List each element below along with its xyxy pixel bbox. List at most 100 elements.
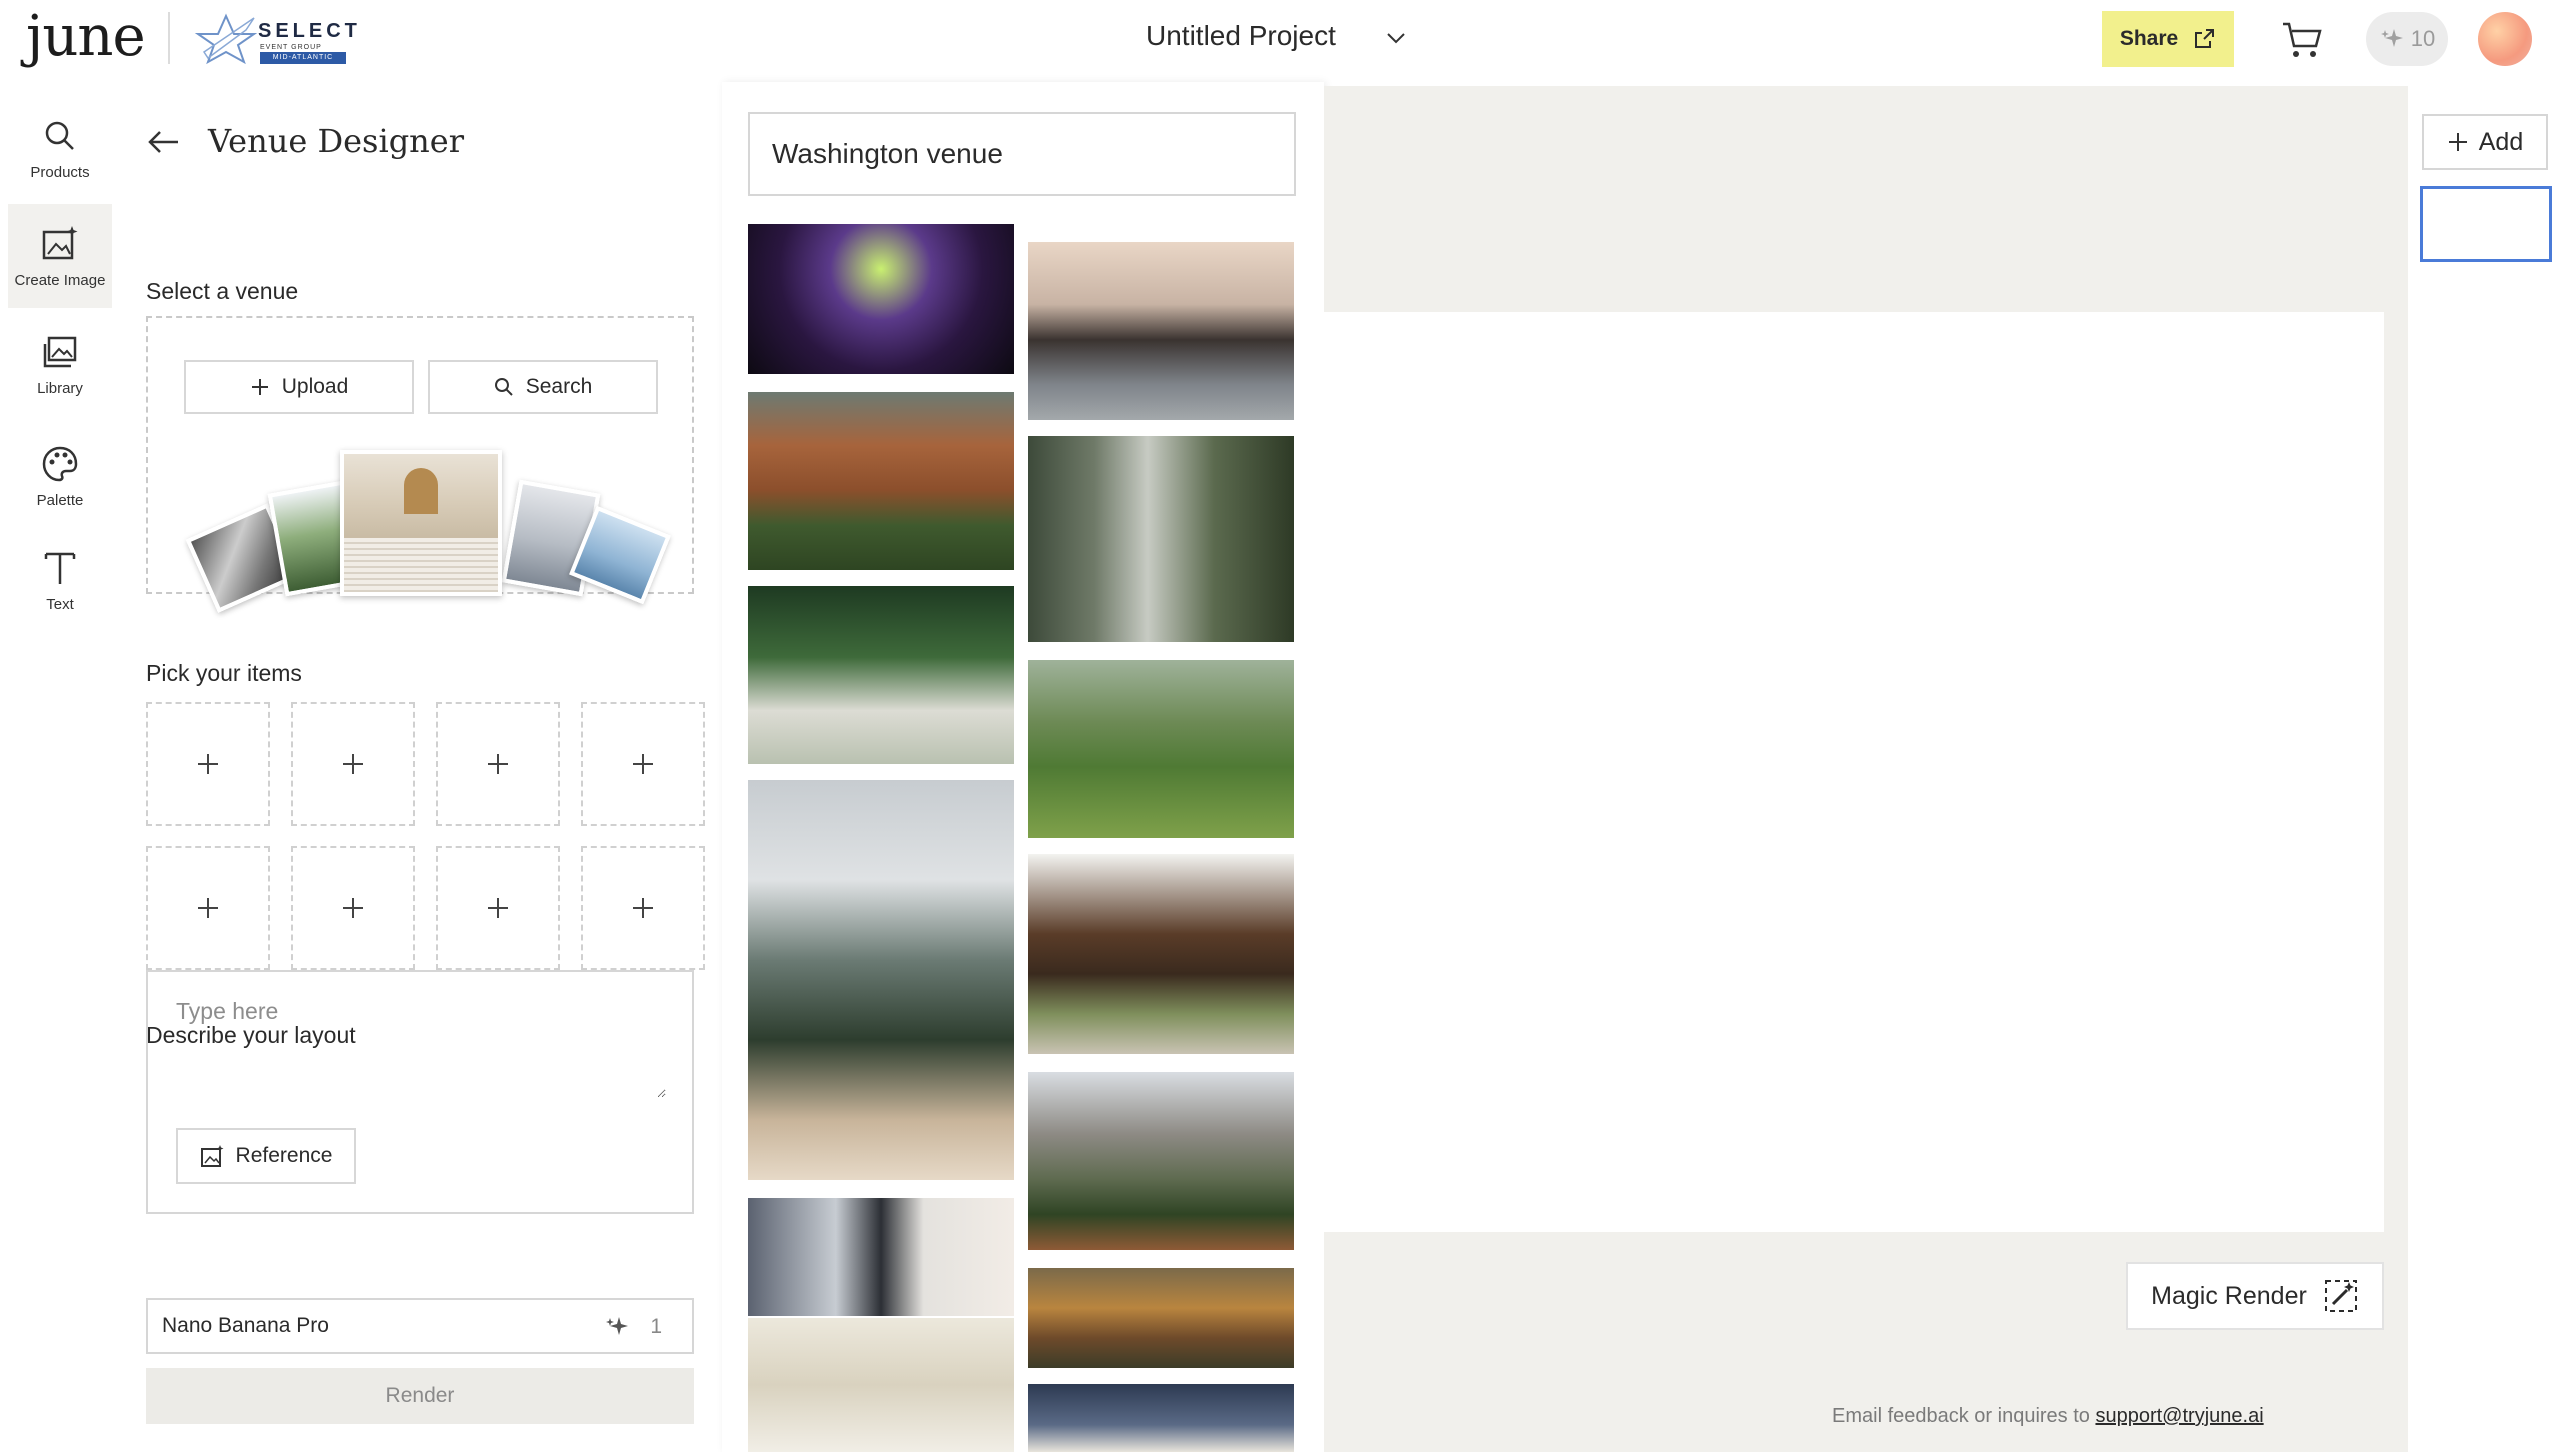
logo-divider bbox=[168, 12, 170, 64]
page-thumbnail-active[interactable] bbox=[2420, 186, 2552, 262]
venue-photo-rustic-barn[interactable] bbox=[1028, 854, 1294, 1054]
item-slot[interactable] bbox=[291, 702, 415, 826]
partner-logo-sub: EVENT GROUP bbox=[260, 44, 322, 51]
chevron-down-icon[interactable] bbox=[1384, 26, 1408, 50]
page-title: Venue Designer bbox=[208, 122, 465, 160]
venue-photo-forest-aisle[interactable] bbox=[748, 586, 1014, 764]
external-link-icon bbox=[2195, 29, 2215, 48]
model-cost: 1 bbox=[604, 1314, 662, 1340]
cart-icon[interactable] bbox=[2280, 18, 2324, 62]
rail-item-label: Text bbox=[46, 595, 74, 613]
item-slot[interactable] bbox=[146, 702, 270, 826]
upload-button[interactable]: Upload bbox=[184, 360, 414, 414]
canvas-area[interactable] bbox=[1324, 86, 2408, 1452]
pages-strip: Add bbox=[2408, 86, 2560, 1452]
search-icon bbox=[45, 121, 74, 150]
pick-items-label: Pick your items bbox=[146, 660, 302, 686]
upload-label: Upload bbox=[281, 375, 349, 398]
venue-stairs bbox=[344, 538, 498, 592]
add-page-button[interactable]: Add bbox=[2422, 114, 2548, 170]
rail-item-label: Create Image bbox=[14, 271, 106, 289]
venue-photo-barn-couple[interactable] bbox=[748, 392, 1014, 570]
layout-description-box: Reference bbox=[146, 970, 694, 1214]
image-add-icon bbox=[200, 1145, 224, 1167]
venue-photo-alpine-peak[interactable] bbox=[1028, 1072, 1294, 1250]
rail-item-text[interactable]: Text bbox=[8, 528, 112, 632]
venue-photo-reception-tables[interactable] bbox=[1028, 1268, 1294, 1368]
plus-icon bbox=[198, 754, 218, 774]
venue-photo-a-frame[interactable] bbox=[1028, 1384, 1294, 1452]
select-event-group-logo: SELECT EVENT GROUP MID-ATLANTIC bbox=[194, 12, 357, 66]
partner-logo-badge: MID-ATLANTIC bbox=[260, 52, 346, 64]
model-cost-value: 1 bbox=[650, 1315, 662, 1338]
venue-dropzone[interactable]: Upload Search bbox=[146, 316, 694, 613]
sparkle-icon bbox=[606, 1317, 629, 1335]
items-grid bbox=[146, 702, 706, 984]
magic-wand-icon bbox=[2324, 1280, 2357, 1312]
avatar[interactable] bbox=[2478, 12, 2532, 66]
partner-star-icon bbox=[194, 13, 258, 65]
search-button[interactable]: Search bbox=[428, 360, 658, 414]
plus-icon bbox=[488, 898, 508, 918]
text-icon bbox=[44, 552, 76, 584]
rail-item-create-image[interactable]: Create Image bbox=[8, 204, 112, 308]
rail-item-palette[interactable]: Palette bbox=[8, 424, 112, 528]
model-name: Nano Banana Pro bbox=[162, 1314, 329, 1337]
plus-icon bbox=[343, 754, 363, 774]
plus-icon bbox=[633, 754, 653, 774]
venue-photo-concert[interactable] bbox=[748, 224, 1014, 374]
sparkle-icon bbox=[2380, 29, 2403, 47]
rail-item-label: Products bbox=[30, 163, 90, 181]
venue-archway bbox=[404, 468, 438, 514]
library-icon bbox=[43, 336, 77, 367]
venue-photo-mountain-couple[interactable] bbox=[748, 780, 1014, 1180]
render-button[interactable]: Render bbox=[146, 1368, 694, 1424]
select-venue-label: Select a venue bbox=[146, 278, 299, 304]
support-email-link[interactable]: support@tryjune.ai bbox=[2095, 1405, 2263, 1427]
plus-icon bbox=[251, 379, 268, 395]
june-logo[interactable]: june bbox=[26, 4, 146, 69]
item-slot[interactable] bbox=[581, 702, 705, 826]
plus-icon bbox=[2448, 133, 2467, 151]
credits-count: 10 bbox=[2410, 26, 2436, 51]
layout-description-input[interactable] bbox=[176, 998, 666, 1098]
item-slot[interactable] bbox=[291, 846, 415, 970]
project-title[interactable]: Untitled Project bbox=[1146, 20, 1336, 52]
search-icon bbox=[494, 378, 513, 396]
search-label: Search bbox=[525, 375, 593, 398]
item-slot[interactable] bbox=[436, 846, 560, 970]
model-select[interactable]: Nano Banana Pro 1 bbox=[146, 1298, 694, 1354]
rail-item-library[interactable]: Library bbox=[8, 312, 112, 416]
left-rail: Products Create Image Library Palette Te… bbox=[0, 82, 120, 1452]
plus-icon bbox=[488, 754, 508, 774]
add-page-label: Add bbox=[2478, 127, 2524, 156]
canvas-page[interactable] bbox=[1324, 312, 2384, 1232]
item-slot[interactable] bbox=[436, 702, 560, 826]
magic-render-button[interactable]: Magic Render bbox=[2126, 1262, 2384, 1330]
venue-search-results bbox=[722, 82, 1324, 1452]
top-bar: june SELECT EVENT GROUP MID-ATLANTIC Unt… bbox=[0, 0, 2560, 82]
venue-search-input[interactable] bbox=[748, 112, 1296, 196]
venue-photo-beach-rock[interactable] bbox=[1028, 242, 1294, 420]
item-slot[interactable] bbox=[581, 846, 705, 970]
reference-label: Reference bbox=[235, 1144, 333, 1167]
credits-badge[interactable]: 10 bbox=[2366, 12, 2448, 66]
venue-photo-collage[interactable] bbox=[748, 1198, 1014, 1316]
palette-icon bbox=[42, 446, 78, 481]
venue-thumbnail-featured bbox=[340, 450, 502, 596]
back-arrow-icon[interactable] bbox=[146, 124, 182, 160]
plus-icon bbox=[343, 898, 363, 918]
venue-designer-panel: Venue Designer Select a venue Upload Sea… bbox=[120, 82, 720, 1452]
venue-photo-ballroom[interactable] bbox=[748, 1318, 1014, 1452]
feedback-note: Email feedback or inquires to support@tr… bbox=[1832, 1405, 2264, 1428]
venue-photo-tall-forest[interactable] bbox=[1028, 436, 1294, 642]
venue-photo-meadow[interactable] bbox=[1028, 660, 1294, 838]
share-button[interactable]: Share bbox=[2102, 11, 2234, 67]
create-image-icon bbox=[42, 225, 78, 259]
partner-logo-word: SELECT bbox=[258, 20, 361, 42]
share-label: Share bbox=[2119, 27, 2179, 50]
rail-item-products[interactable]: Products bbox=[8, 96, 112, 200]
plus-icon bbox=[633, 898, 653, 918]
reference-button[interactable]: Reference bbox=[176, 1128, 356, 1184]
item-slot[interactable] bbox=[146, 846, 270, 970]
